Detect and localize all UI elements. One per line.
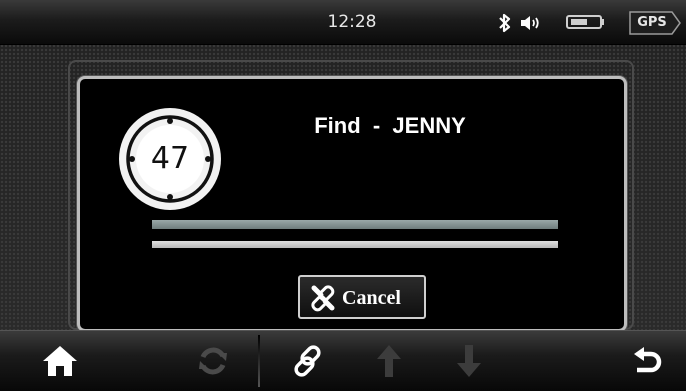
status-bar: 12:28 GPS: [0, 0, 686, 45]
cancel-button[interactable]: Cancel: [298, 275, 426, 319]
home-icon: [43, 346, 77, 376]
dialog-title: Find - JENNY: [314, 113, 466, 138]
arrow-down-icon: [457, 345, 481, 377]
arrow-up-icon: [377, 345, 401, 377]
link-icon: [294, 345, 321, 377]
progress-bar-top: [152, 220, 558, 229]
progress-bar-bottom: [152, 241, 558, 248]
battery-icon: [566, 15, 604, 29]
cancel-label: Cancel: [342, 287, 401, 309]
broken-link-icon: [311, 285, 335, 312]
refresh-icon: [199, 347, 227, 375]
screen: 12:28 GPS 47 Find - JENNY Cancel: [0, 0, 686, 391]
gps-label: GPS: [637, 15, 667, 30]
home-button[interactable]: [30, 331, 90, 391]
compass-number: 47: [150, 141, 190, 176]
back-icon: [634, 347, 662, 373]
arrow-down-button[interactable]: [446, 331, 492, 391]
clock: 12:28: [327, 12, 377, 32]
link-button[interactable]: [280, 331, 336, 391]
progress-indicator: [152, 220, 558, 250]
find-dialog: 47 Find - JENNY Cancel: [77, 76, 627, 332]
speaker-icon: [521, 16, 539, 30]
bottom-toolbar: [0, 330, 686, 391]
back-button[interactable]: [618, 331, 674, 391]
bluetooth-icon: [499, 13, 511, 33]
arrow-up-button[interactable]: [366, 331, 412, 391]
gps-badge[interactable]: GPS: [628, 10, 682, 36]
refresh-button[interactable]: [185, 331, 241, 391]
toolbar-separator: [258, 335, 260, 387]
